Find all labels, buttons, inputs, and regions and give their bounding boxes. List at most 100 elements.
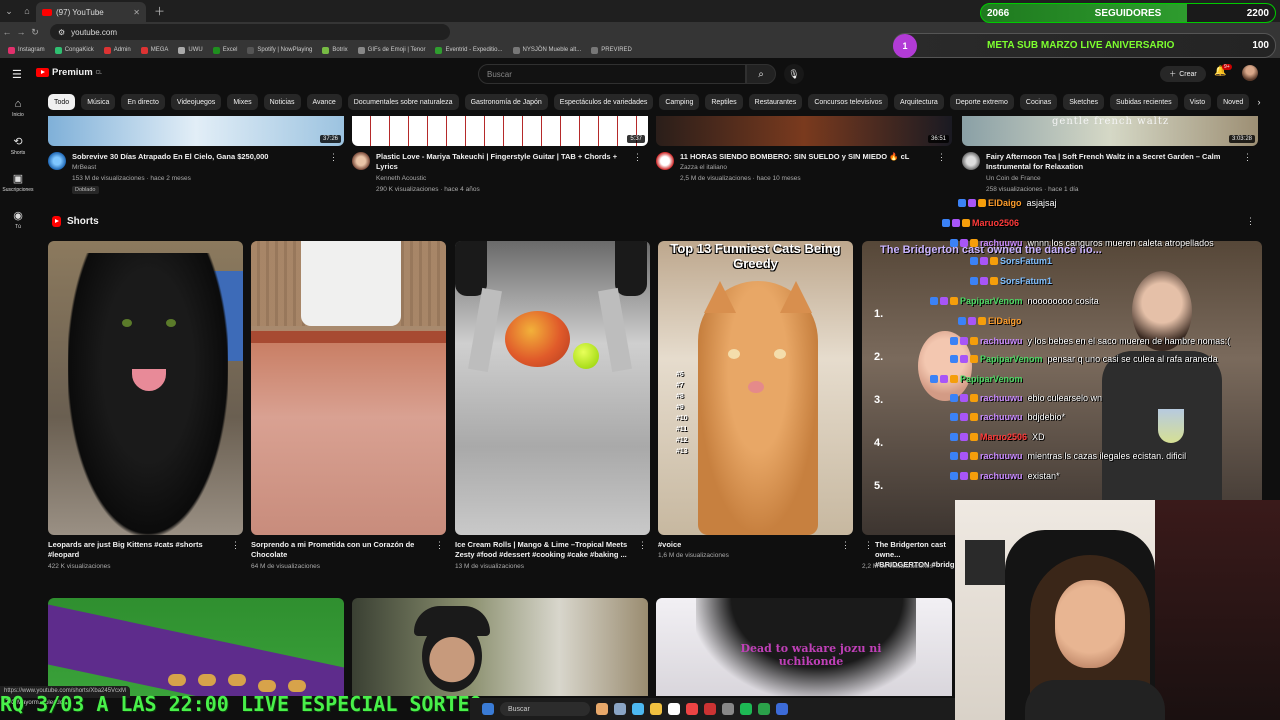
search-button[interactable]: ⌕	[746, 64, 776, 84]
filter-chip[interactable]: Mixes	[227, 94, 258, 110]
filter-chip[interactable]: Música	[81, 94, 116, 110]
filter-chip[interactable]: Visto	[1183, 94, 1212, 110]
filter-chip[interactable]: Videojuegos	[170, 94, 222, 110]
site-info-icon[interactable]: ⚙	[58, 28, 65, 37]
more-options-icon[interactable]: ⋮	[435, 540, 444, 551]
spotify-icon[interactable]	[740, 703, 752, 715]
bookmark-item[interactable]: GIFs de Emoji | Tenor	[357, 46, 425, 54]
short-thumbnail[interactable]: Top 13 Funniest Cats Being Greedy #6 #7 #8…	[658, 241, 853, 535]
more-options-icon[interactable]: ⋮	[864, 540, 873, 551]
more-options-icon[interactable]: ⋮	[1243, 152, 1252, 163]
voice-search-button[interactable]: 🎙	[784, 64, 804, 84]
video-thumbnail[interactable]: 37:26	[48, 116, 344, 146]
menu-icon[interactable]: ☰	[12, 68, 22, 81]
folder-icon[interactable]	[650, 703, 662, 715]
chevron-right-icon[interactable]: ›	[1252, 94, 1266, 110]
filter-chip[interactable]: Sketches	[1063, 94, 1104, 110]
close-tab-icon[interactable]: ✕	[133, 8, 140, 17]
more-options-icon[interactable]: ⋮	[937, 152, 946, 163]
short-title[interactable]: Ice Cream Rolls | Mango & Lime –Tropical…	[455, 540, 635, 560]
forward-icon[interactable]: →	[14, 27, 28, 37]
sidebar-item-shorts[interactable]: ⟲ Shorts	[0, 135, 36, 156]
channel-avatar[interactable]	[962, 152, 980, 170]
filter-chip[interactable]: Deporte extremo	[949, 94, 1014, 110]
search-input[interactable]: Buscar	[478, 64, 746, 84]
taskbar-app-icon[interactable]	[776, 703, 788, 715]
video-thumbnail[interactable]: Dead to wakare jozu ni uchikonde	[656, 598, 952, 696]
bookmark-item[interactable]: CongaKick	[54, 46, 94, 54]
back-icon[interactable]: ←	[0, 27, 14, 37]
create-button[interactable]: ＋ Crear	[1160, 66, 1206, 82]
video-title[interactable]: Fairy Afternoon Tea | Soft French Waltz …	[986, 152, 1236, 172]
short-thumbnail[interactable]	[455, 241, 650, 535]
channel-name[interactable]: Kenneth Acoustic	[376, 175, 426, 182]
video-thumbnail[interactable]	[48, 598, 344, 696]
filter-chip[interactable]: En directo	[121, 94, 165, 110]
filter-chip[interactable]: Concursos televisivos	[808, 94, 889, 110]
short-thumbnail[interactable]	[48, 241, 243, 535]
filter-chip[interactable]: Cocinas	[1019, 94, 1058, 110]
chrome-icon[interactable]	[686, 703, 698, 715]
new-tab-icon[interactable]: ＋	[146, 3, 173, 19]
filter-chip[interactable]: Avance	[306, 94, 342, 110]
channel-avatar[interactable]	[48, 152, 66, 170]
video-thumbnail[interactable]: gentle french waltz 3:03:28	[962, 116, 1258, 146]
more-options-icon[interactable]: ⋮	[329, 152, 338, 163]
tab-search-icon[interactable]: ⌂	[18, 2, 36, 20]
taskbar-app-icon[interactable]	[596, 703, 608, 715]
more-options-icon[interactable]: ⋮	[841, 540, 850, 551]
short-title[interactable]: Sorprendo a mi Prometida con un Corazón …	[251, 540, 431, 560]
filter-chip[interactable]: Arquitectura	[894, 94, 944, 110]
account-avatar[interactable]	[1242, 65, 1258, 81]
bookmark-item[interactable]: Spotify | NowPlaying	[247, 46, 312, 54]
taskbar-app-icon[interactable]	[614, 703, 626, 715]
taskbar-app-icon[interactable]	[632, 703, 644, 715]
short-title[interactable]: #voice	[658, 540, 838, 550]
filter-chip[interactable]: Restaurantes	[748, 94, 803, 110]
filter-chip[interactable]: Todo	[48, 94, 76, 110]
address-bar[interactable]: ⚙ youtube.com	[50, 24, 450, 40]
video-title[interactable]: 11 HORAS SIENDO BOMBERO: SIN SUELDO y SI…	[680, 152, 930, 162]
video-thumbnail[interactable]	[352, 598, 648, 696]
filter-chip[interactable]: Espectáculos de variedades	[553, 94, 654, 110]
more-options-icon[interactable]: ⋮	[633, 152, 642, 163]
windows-start-icon[interactable]	[482, 703, 494, 715]
video-title[interactable]: Plastic Love - Mariya Takeuchi | Fingers…	[376, 152, 626, 172]
channel-avatar[interactable]	[656, 152, 674, 170]
taskbar-app-icon[interactable]	[704, 703, 716, 715]
bookmark-item[interactable]: PREVIRED	[591, 46, 632, 54]
bookmark-item[interactable]: Admin	[103, 46, 131, 54]
sidebar-item-you[interactable]: ◉ Tú	[0, 209, 36, 230]
bookmark-item[interactable]: NYSJÖN Mueble alt...	[512, 46, 581, 54]
browser-tab[interactable]: (97) YouTube ✕	[36, 2, 146, 22]
video-thumbnail[interactable]: 36:51	[656, 116, 952, 146]
filter-chip[interactable]: Noved	[1217, 94, 1250, 110]
bookmark-item[interactable]: MEGA	[140, 46, 168, 54]
short-thumbnail[interactable]	[251, 241, 446, 535]
channel-name[interactable]: Zazza el italiano	[680, 164, 727, 171]
filter-chip[interactable]: Noticias	[263, 94, 301, 110]
filter-chip[interactable]: Camping	[659, 94, 700, 110]
video-title[interactable]: Sobrevive 30 Días Atrapado En El Cielo, …	[72, 152, 322, 162]
channel-name[interactable]: Un Coin de France	[986, 175, 1041, 182]
bookmark-item[interactable]: Eventrid - Expeditio...	[435, 46, 503, 54]
taskbar-search[interactable]: Buscar	[500, 702, 590, 716]
reload-icon[interactable]: ↻	[28, 27, 42, 38]
sidebar-item-subscriptions[interactable]: ▣ Suscripciones	[0, 172, 36, 193]
more-options-icon[interactable]: ⋮	[231, 540, 240, 551]
bookmark-item[interactable]: Excel	[212, 46, 237, 54]
filter-chip[interactable]: Reptiles	[705, 94, 743, 110]
filter-chip[interactable]: Gastronomía de Japón	[464, 94, 548, 110]
taskbar-app-icon[interactable]	[722, 703, 734, 715]
bookmark-item[interactable]: Instagram	[8, 46, 45, 54]
filter-chip[interactable]: Documentales sobre naturaleza	[347, 94, 459, 110]
bookmark-item[interactable]: Botrix	[322, 46, 348, 54]
bookmark-item[interactable]: UWU	[178, 46, 203, 54]
channel-avatar[interactable]	[352, 152, 370, 170]
taskbar-app-icon[interactable]	[668, 703, 680, 715]
video-thumbnail[interactable]: 5:37	[352, 116, 648, 146]
channel-name[interactable]: MrBeast	[72, 164, 96, 171]
taskbar-app-icon[interactable]	[758, 703, 770, 715]
more-options-icon[interactable]: ⋮	[638, 540, 647, 551]
tab-list-icon[interactable]: ⌄	[0, 2, 18, 20]
